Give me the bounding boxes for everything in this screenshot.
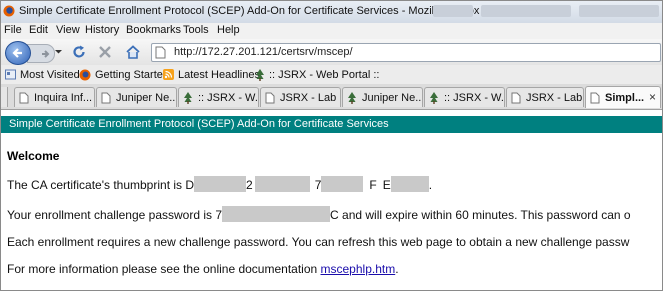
reload-icon[interactable] [71,44,87,60]
bookmark-latest-headlines[interactable]: Latest Headlines [163,67,260,82]
bookmark-label: Getting Started [95,68,169,81]
bookmark-getting-started[interactable]: Getting Started [79,67,169,82]
thumbprint-prefix: The CA certificate's thumbprint is D [7,178,195,192]
page-icon [19,92,29,103]
tab-label: JSRX - Lab ... [526,91,583,104]
blurred-tab-thumbnail [579,5,659,17]
thumbprint-line: The CA certificate's thumbprint is D 2 7 FE… [7,176,432,192]
documentation-prefix: For more information please see the onli… [7,262,321,276]
menu-edit[interactable]: Edit [29,24,48,36]
tab-label: JSRX - Lab ... [280,91,340,104]
password-suffix: C and will expire within 60 minutes. Thi… [330,208,631,222]
tab-juniper[interactable]: Juniper Ne... [342,87,423,107]
page-header-band: Simple Certificate Enrollment Protocol (… [1,116,662,133]
tab-label: Juniper Ne... [362,91,423,104]
welcome-heading: Welcome [7,149,60,163]
bookmark-most-visited[interactable]: Most Visited [5,67,80,82]
tree-icon [348,91,356,104]
tree-icon [184,91,192,104]
bookmark-jsrx-web-portal[interactable]: :: JSRX - Web Portal :: [255,67,379,82]
bookmark-label: :: JSRX - Web Portal :: [269,68,380,81]
back-arrow-icon [12,48,22,58]
forward-button[interactable] [27,44,55,63]
menu-view[interactable]: View [56,24,80,36]
tab-jsrx-lab[interactable]: JSRX - Lab ... [506,87,584,107]
rss-feed-icon [163,69,174,80]
url-text: http://172.27.201.121/certsrv/mscep/ [174,46,353,58]
tab-scep-active[interactable]: Simpl... × [585,86,661,108]
page-content: Simple Certificate Enrollment Protocol (… [1,110,662,290]
menu-help[interactable]: Help [217,24,240,36]
redaction-block [194,176,247,192]
tab-strip: Inquira Inf... Juniper Ne... :: JSRX - W… [1,84,662,110]
address-bar[interactable]: http://172.27.201.121/certsrv/mscep/ [151,43,661,62]
documentation-link[interactable]: mscephlp.htm [321,262,396,276]
tab-inquira[interactable]: Inquira Inf... [14,87,95,107]
page-header-text: Simple Certificate Enrollment Protocol (… [9,118,389,130]
blurred-tab-thumbnail [481,5,571,17]
menu-history[interactable]: History [85,24,119,36]
forward-arrow-icon [42,49,50,58]
page-icon [511,92,521,103]
firefox-icon [79,69,91,80]
tab-label: Inquira Inf... [34,91,93,104]
title-bar: Simple Certificate Enrollment Protocol (… [1,1,662,23]
tab-juniper[interactable]: Juniper Ne... [96,87,177,107]
tab-label: Simpl... [605,91,645,104]
most-visited-icon [5,69,16,80]
thumbprint-fragment: F [369,178,377,192]
thumbprint-fragment: E [382,178,391,192]
stop-icon[interactable] [97,44,113,60]
menu-tools[interactable]: Tools [183,24,209,36]
password-prefix: Your enrollment challenge password is 7 [7,208,223,222]
tab-jsrx-web[interactable]: :: JSRX - W... [424,87,505,107]
firefox-icon [3,5,15,17]
thumbprint-fragment: 2 [246,178,253,192]
tab-fragment[interactable] [1,87,8,107]
tab-label: Juniper Ne... [116,91,177,104]
menu-file[interactable]: File [4,24,22,36]
bookmarks-toolbar: Most Visited Getting Started Latest Head… [1,65,662,84]
home-icon[interactable] [125,44,141,60]
page-icon [155,46,166,59]
page-icon [590,92,600,103]
tab-close-icon[interactable]: × [649,90,656,104]
redaction-block [390,176,429,192]
page-icon [265,92,275,103]
documentation-line: For more information please see the onli… [7,262,399,276]
documentation-end: . [395,262,399,276]
tree-icon [430,91,438,104]
tab-jsrx-lab[interactable]: JSRX - Lab ... [260,87,341,107]
thumbprint-end: . [428,178,433,192]
back-button[interactable] [5,41,31,65]
redaction-block [254,176,310,192]
tree-icon [256,68,264,81]
refresh-info-line: Each enrollment requires a new challenge… [7,235,630,249]
menu-bar: File Edit View History Bookmarks Tools H… [1,23,662,39]
redaction-block [222,206,331,222]
thumbprint-fragment: 7 [314,178,322,192]
redaction-block [321,176,364,192]
blurred-tab-thumbnail [433,5,473,17]
bookmark-label: Latest Headlines [178,68,260,81]
window-title: Simple Certificate Enrollment Protocol (… [19,5,480,17]
bookmark-label: Most Visited [20,68,80,81]
navigation-bar: http://172.27.201.121/certsrv/mscep/ [1,39,662,65]
history-dropdown-icon[interactable] [54,47,63,56]
challenge-password-line: Your enrollment challenge password is 7 C… [7,206,631,222]
menu-bookmarks[interactable]: Bookmarks [126,24,181,36]
page-icon [101,92,111,103]
tab-label: :: JSRX - W... [444,91,505,104]
tab-label: :: JSRX - W... [198,91,259,104]
tab-jsrx-web[interactable]: :: JSRX - W... [178,87,259,107]
browser-window: Simple Certificate Enrollment Protocol (… [0,0,663,291]
